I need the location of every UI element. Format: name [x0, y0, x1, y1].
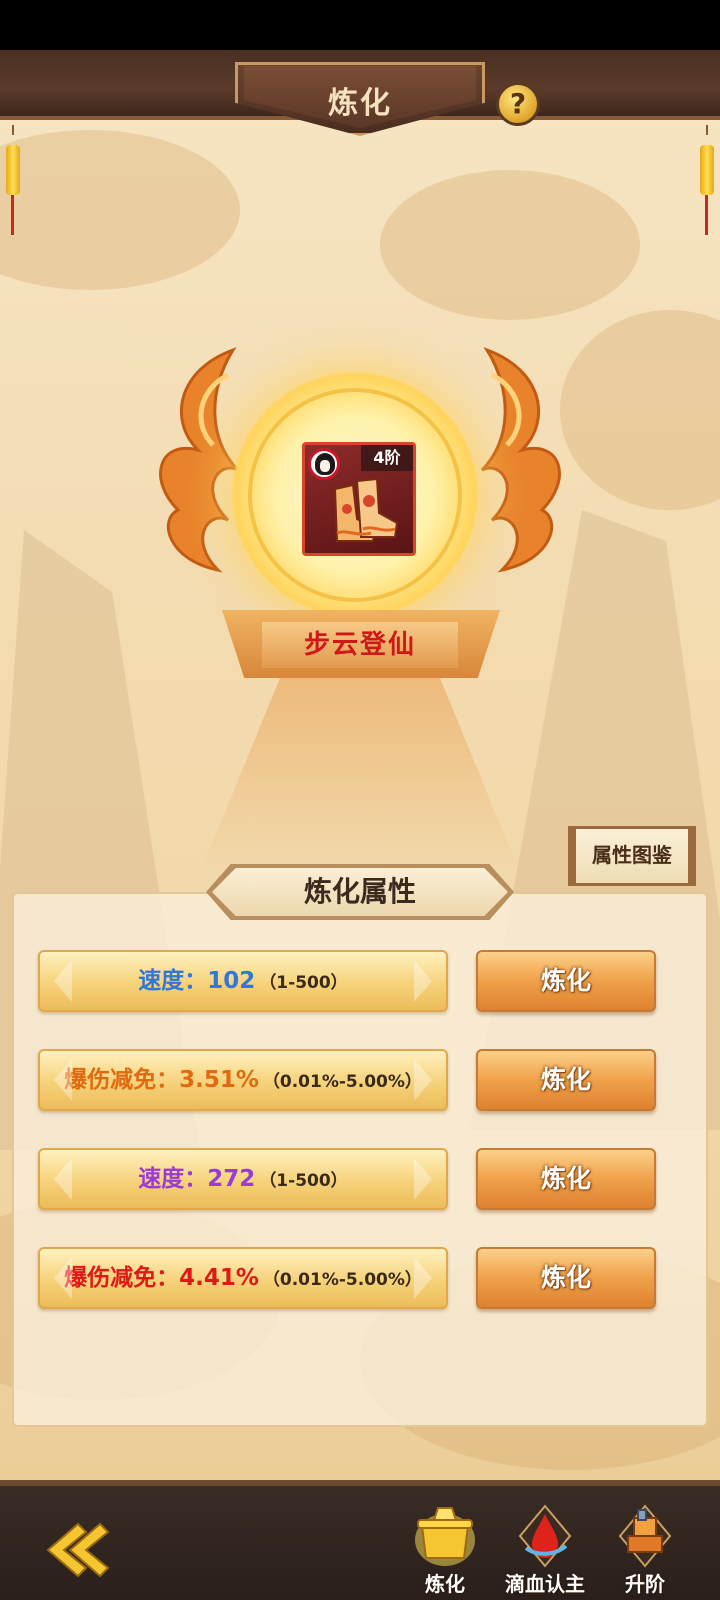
- attribute-name: 速度：: [138, 1166, 208, 1192]
- tab-label: 炼化: [425, 1572, 465, 1596]
- refine-button[interactable]: 炼化: [476, 1148, 656, 1210]
- attribute-value: 102: [207, 968, 256, 994]
- tab-label: 升阶: [625, 1572, 665, 1596]
- attribute-value: 4.41%: [179, 1265, 259, 1291]
- attribute-row: 爆伤减免：3.51% （0.01%-5.00%）: [38, 1049, 448, 1111]
- status-bar: [0, 0, 720, 50]
- attribute-range: （1-500）: [259, 1171, 348, 1191]
- attribute-range: （0.01%-5.00%）: [262, 1072, 422, 1092]
- anvil-icon: [618, 1504, 672, 1568]
- tab-blood-bind[interactable]: 滴血认主: [500, 1500, 590, 1600]
- refine-button[interactable]: 炼化: [476, 950, 656, 1012]
- tab-label: 滴血认主: [505, 1572, 585, 1596]
- tab-refine[interactable]: 炼化: [400, 1500, 490, 1600]
- cauldron-icon: [415, 1507, 475, 1566]
- attribute-name: 爆伤减免：: [64, 1265, 180, 1291]
- attribute-range: （0.01%-5.00%）: [262, 1270, 422, 1290]
- attribute-name: 速度：: [138, 968, 208, 994]
- attribute-row: 速度：102 （1-500）: [38, 950, 448, 1012]
- refine-button[interactable]: 炼化: [476, 1247, 656, 1309]
- attribute-name: 爆伤减免：: [64, 1067, 180, 1093]
- equipment-card[interactable]: 4阶: [302, 442, 416, 556]
- page-title: 炼化: [328, 86, 392, 121]
- back-arrow-icon: [46, 1522, 110, 1578]
- blood-drop-icon: [518, 1504, 572, 1568]
- lantern-icon: [6, 125, 20, 235]
- tier-badge: 4阶: [361, 445, 413, 471]
- lantern-icon: [700, 125, 714, 235]
- help-button[interactable]: ?: [496, 82, 540, 126]
- refine-button[interactable]: 炼化: [476, 1049, 656, 1111]
- attribute-row: 速度：272 （1-500）: [38, 1148, 448, 1210]
- attribute-row: 爆伤减免：4.41% （0.01%-5.00%）: [38, 1247, 448, 1309]
- back-button[interactable]: [40, 1520, 110, 1580]
- item-name: 步云登仙: [262, 622, 458, 668]
- attribute-range: （1-500）: [259, 973, 348, 993]
- attribute-value: 272: [207, 1166, 256, 1192]
- tab-upgrade[interactable]: 升阶: [600, 1500, 690, 1600]
- attribute-value: 3.51%: [179, 1067, 259, 1093]
- flame-horn-right-icon: [462, 330, 582, 580]
- attribute-codex-button[interactable]: 属性图鉴: [568, 826, 696, 886]
- boots-icon: [333, 477, 399, 542]
- panel-title: 炼化属性: [212, 868, 508, 916]
